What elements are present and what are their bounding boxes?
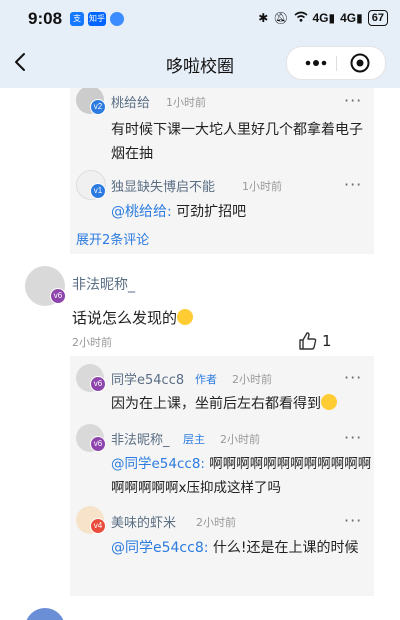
alipay-icon: 支 <box>70 12 84 26</box>
signal-2-label: 4G <box>340 11 357 25</box>
level-badge: v4 <box>90 518 106 534</box>
comment-author-name[interactable]: 非法昵称_ <box>72 274 135 294</box>
bluetooth-icon: ✱ <box>258 11 269 25</box>
more-dots-icon[interactable]: ··· <box>344 430 362 446</box>
comment-body: 话说怎么发现的 <box>72 309 178 327</box>
grin-sweat-emoji-icon <box>177 309 194 325</box>
reply-text: @桃给给: 可劲扩招吧 <box>111 200 371 224</box>
comment-time: 2小时前 <box>72 336 112 349</box>
reply-time: 2小时前 <box>196 516 236 529</box>
comment-text: 话说怎么发现的 <box>72 307 194 328</box>
level-badge: v6 <box>90 376 106 392</box>
reply-time: 1小时前 <box>242 180 282 193</box>
thumbs-up-icon <box>299 332 317 350</box>
reply-author-name[interactable]: 非法昵称_ <box>111 429 170 448</box>
more-dots-icon[interactable]: ··· <box>344 93 362 109</box>
capsule-divider <box>336 56 337 71</box>
mention[interactable]: @同学e54cc8: <box>111 540 208 556</box>
status-time: 9:08 <box>28 9 63 28</box>
author-tag: 作者 <box>195 373 217 386</box>
expand-replies-link[interactable]: 展开2条评论 <box>76 229 149 248</box>
floor-owner-tag: 层主 <box>183 433 205 446</box>
reply-text: @同学e54cc8: 什么!还是在上课的时候 <box>111 536 373 560</box>
mention[interactable]: @同学e54cc8: <box>111 456 205 472</box>
reply-text: 因为在上课，坐前后左右都看得到 <box>111 392 373 416</box>
more-dots-icon[interactable]: ··· <box>344 177 362 193</box>
reply-author-name[interactable]: 桃给给 <box>111 92 150 111</box>
reply-time: 2小时前 <box>232 373 272 386</box>
nav-bar: 哆啦校圈 <box>0 38 400 88</box>
reply-time: 1小时前 <box>166 96 206 109</box>
mini-program-capsule <box>286 46 386 80</box>
level-badge: v6 <box>50 288 66 304</box>
level-badge: v1 <box>90 183 106 199</box>
reply-time: 2小时前 <box>220 433 260 446</box>
reply-author-name[interactable]: 美味的虾米 <box>111 512 176 531</box>
more-dots-icon[interactable]: ··· <box>344 370 362 386</box>
level-badge: v2 <box>90 99 106 115</box>
status-indicators: ✱ 🔕︎ 4G▮ 4G▮ 67 <box>258 10 388 26</box>
level-badge: v6 <box>90 436 106 452</box>
avatar[interactable] <box>25 608 65 620</box>
reply-text: @同学e54cc8: 啊啊啊啊啊啊啊啊啊啊啊啊啊啊啊啊啊x压抑成这样了吗 <box>111 452 373 500</box>
like-count: 1 <box>322 332 332 350</box>
reply-body: 可劲扩招吧 <box>171 204 247 220</box>
signal-1-label: 4G <box>312 11 329 25</box>
reply-body: 因为在上课，坐前后左右都看得到 <box>111 396 321 412</box>
reply-text: 有时候下课一大坨人里好几个都拿着电子烟在抽 <box>111 122 363 162</box>
comment-list[interactable]: v2 桃给给 1小时前 ··· 有时候下课一大坨人里好几个都拿着电子烟在抽 v1… <box>0 88 400 620</box>
mini-close-icon <box>350 53 370 73</box>
mute-icon: 🔕︎ <box>273 11 289 25</box>
reply-author-name[interactable]: 独显缺失博启不能 <box>111 176 215 195</box>
app-notification-icon <box>110 12 124 26</box>
zhihu-icon: 知乎 <box>88 12 106 26</box>
signal-1-icon: 4G▮ <box>312 11 336 25</box>
like-button[interactable] <box>298 331 318 355</box>
close-mini-program-button[interactable] <box>349 52 371 74</box>
reply-body: 什么!还是在上课的时候 <box>208 540 359 556</box>
signal-2-icon: 4G▮ <box>340 11 363 25</box>
status-bar: 9:08 支 知乎 ✱ 🔕︎ 4G▮ 4G▮ 67 <box>0 0 400 38</box>
grin-sweat-emoji-icon <box>321 394 337 410</box>
reply-author-name[interactable]: 同学e54cc8 <box>111 369 184 388</box>
more-dots-icon <box>305 60 327 66</box>
more-dots-icon[interactable]: ··· <box>344 513 362 529</box>
battery-indicator: 67 <box>367 10 388 26</box>
more-button[interactable] <box>301 47 331 79</box>
wifi-icon <box>293 11 308 25</box>
mention[interactable]: @桃给给: <box>111 204 172 220</box>
